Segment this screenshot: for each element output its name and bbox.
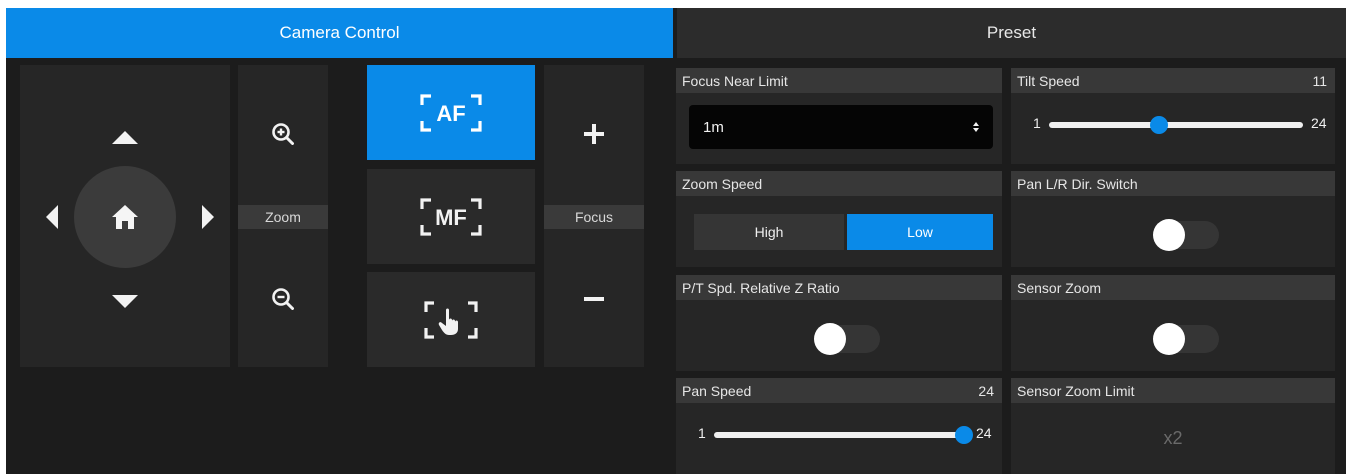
zoom-speed-low-button[interactable]: Low [847,214,993,250]
zoom-out-icon [272,288,294,310]
tilt-speed-thumb[interactable] [1150,116,1169,134]
toggle-knob [1153,219,1185,251]
minus-icon [584,297,604,301]
pan-lr-dir-switch-toggle[interactable] [1153,219,1219,251]
tab-preset[interactable]: Preset [677,8,1346,58]
focus-label: Focus [544,205,644,229]
pt-spd-relative-z-ratio-header: P/T Spd. Relative Z Ratio [676,275,1002,300]
tilt-speed-max: 24 [1311,115,1327,131]
sensor-zoom-limit-value: x2 [1163,428,1183,448]
pan-speed-setting: Pan Speed 24 1 24 [676,378,1002,474]
focus-minus-button[interactable] [544,231,644,367]
tilt-speed-value: 11 [1312,72,1327,89]
zoom-speed-setting: Zoom Speed High Low [676,171,1002,267]
focus-plus-button[interactable] [544,65,644,203]
af-button[interactable]: AF [367,65,535,160]
camera-app: Camera Control Preset Zoom AF MF Focus F… [6,8,1346,474]
focus-control: Focus [544,65,644,367]
touch-focus-icon [424,300,478,339]
zoom-out-button[interactable] [238,231,328,367]
pan-lr-dir-switch-header: Pan L/R Dir. Switch [1011,171,1335,196]
pt-spd-relative-z-ratio-label: P/T Spd. Relative Z Ratio [682,279,840,296]
mf-button[interactable]: MF [367,169,535,264]
pt-spd-relative-z-ratio-setting: P/T Spd. Relative Z Ratio [676,275,1002,371]
home-button[interactable] [74,166,176,268]
tab-camera-control[interactable]: Camera Control [6,8,673,58]
tilt-speed-min: 1 [1033,115,1041,131]
sensor-zoom-header: Sensor Zoom [1011,275,1335,300]
focus-near-limit-header: Focus Near Limit [676,68,1002,93]
home-icon [112,205,138,229]
pan-speed-label: Pan Speed [682,382,752,399]
zoom-control: Zoom [238,65,328,367]
sensor-zoom-limit-header: Sensor Zoom Limit [1011,378,1335,403]
tilt-speed-slider-row: 1 24 [1011,93,1335,164]
left-arrow-icon[interactable] [46,205,58,229]
zoom-in-icon [272,123,294,145]
sensor-zoom-toggle[interactable] [1153,323,1219,355]
zoom-label: Zoom [238,205,328,229]
pan-speed-slider-row: 1 24 [676,403,1002,474]
focus-near-limit-setting: Focus Near Limit 1m [676,68,1002,164]
pan-tilt-pad [20,65,230,367]
right-arrow-icon[interactable] [202,205,214,229]
up-arrow-icon[interactable] [112,131,138,144]
touch-focus-button[interactable] [367,272,535,367]
sensor-zoom-label: Sensor Zoom [1017,279,1102,296]
zoom-speed-label: Zoom Speed [682,175,763,192]
focus-near-limit-label: Focus Near Limit [682,72,788,89]
mf-icon: MF [420,197,482,236]
tilt-speed-header: Tilt Speed 11 [1011,68,1335,93]
sensor-zoom-limit-label: Sensor Zoom Limit [1017,382,1135,399]
tilt-speed-slider[interactable] [1049,116,1303,134]
tab-camera-control-label: Camera Control [279,23,400,42]
toggle-knob [1153,323,1185,355]
select-caret-icon [973,122,979,132]
focus-near-limit-value: 1m [703,118,724,136]
plus-icon [584,124,604,144]
pan-speed-min: 1 [698,425,706,441]
pan-speed-thumb[interactable] [955,426,973,444]
pan-speed-value: 24 [978,382,994,399]
pan-speed-slider[interactable] [714,426,973,444]
zoom-speed-header: Zoom Speed [676,171,1002,196]
sensor-zoom-setting: Sensor Zoom [1011,275,1335,371]
zoom-speed-high-button[interactable]: High [694,214,844,250]
focus-near-limit-select[interactable]: 1m [689,105,993,149]
toggle-knob [814,323,846,355]
af-text: AF [436,101,465,126]
down-arrow-icon[interactable] [112,295,138,308]
tilt-speed-label: Tilt Speed [1017,72,1080,89]
pan-speed-header: Pan Speed 24 [676,378,1002,403]
pan-speed-max: 24 [976,425,992,441]
af-icon: AF [420,93,482,132]
pt-spd-relative-z-ratio-toggle[interactable] [814,323,880,355]
zoom-in-button[interactable] [238,65,328,203]
tilt-speed-setting: Tilt Speed 11 1 24 [1011,68,1335,164]
sensor-zoom-limit-setting: Sensor Zoom Limit x2 [1011,378,1335,474]
pan-lr-dir-switch-label: Pan L/R Dir. Switch [1017,175,1138,192]
tab-preset-label: Preset [986,23,1037,42]
pan-lr-dir-switch-setting: Pan L/R Dir. Switch [1011,171,1335,267]
mf-text: MF [435,205,467,230]
